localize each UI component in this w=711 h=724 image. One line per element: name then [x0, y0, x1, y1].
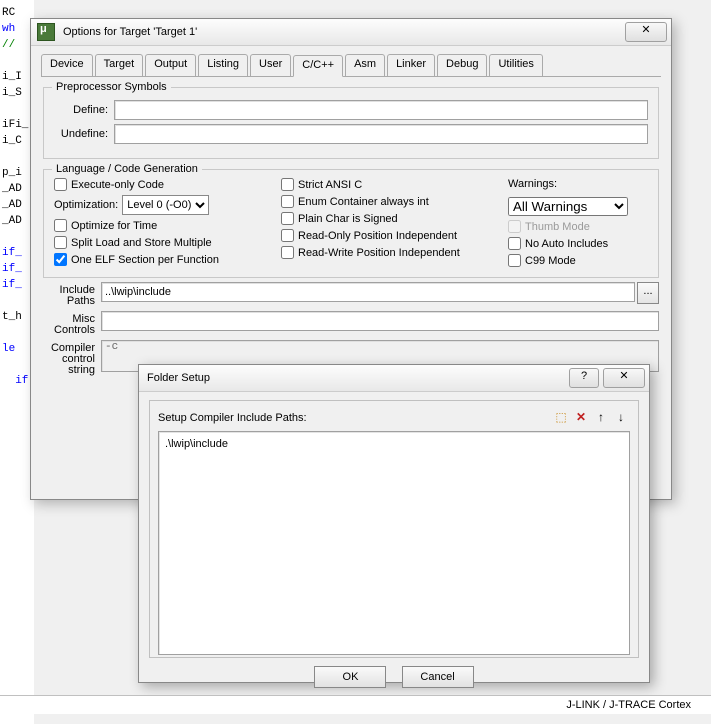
optimization-select[interactable]: Level 0 (-O0) [122, 195, 209, 215]
misc-controls-label: Misc Controls [43, 311, 101, 336]
compiler-string-label: Compiler control string [43, 340, 101, 376]
undefine-input[interactable] [114, 124, 648, 144]
include-paths-list-label: Setup Compiler Include Paths: [158, 412, 550, 424]
no-auto-includes-checkbox[interactable]: No Auto Includes [508, 237, 648, 250]
move-up-icon[interactable]: ↑ [592, 409, 610, 427]
ok-button[interactable]: OK [314, 666, 386, 688]
warnings-label: Warnings: [508, 178, 648, 190]
split-load-checkbox[interactable]: Split Load and Store Multiple [54, 236, 271, 249]
status-bar: J-LINK / J-TRACE Cortex [0, 695, 711, 714]
tab-utilities[interactable]: Utilities [489, 54, 542, 76]
execute-only-checkbox[interactable]: Execute-only Code [54, 178, 271, 191]
tab-user[interactable]: User [250, 54, 291, 76]
delete-path-icon[interactable]: ✕ [572, 409, 590, 427]
new-path-icon[interactable]: ⬚ [552, 409, 570, 427]
close-button[interactable]: ✕ [625, 22, 667, 42]
tab-target[interactable]: Target [95, 54, 144, 76]
move-down-icon[interactable]: ↓ [612, 409, 630, 427]
thumb-mode-checkbox: Thumb Mode [508, 220, 648, 233]
tab-bar: Device Target Output Listing User C/C++ … [41, 54, 661, 77]
cancel-button[interactable]: Cancel [402, 666, 474, 688]
folder-titlebar: Folder Setup ? ✕ [139, 365, 649, 392]
tab-output[interactable]: Output [145, 54, 196, 76]
define-input[interactable] [114, 100, 648, 120]
folder-setup-title: Folder Setup [139, 372, 569, 384]
help-button[interactable]: ? [569, 368, 599, 388]
include-paths-label: Include Paths [43, 282, 101, 307]
tab-cpp[interactable]: C/C++ [293, 55, 343, 77]
define-label: Define: [54, 104, 114, 116]
app-icon [37, 23, 55, 41]
tab-listing[interactable]: Listing [198, 54, 248, 76]
language-legend: Language / Code Generation [52, 163, 202, 175]
strict-ansi-checkbox[interactable]: Strict ANSI C [281, 178, 498, 191]
c99-mode-checkbox[interactable]: C99 Mode [508, 254, 648, 267]
optimize-time-checkbox[interactable]: Optimize for Time [54, 219, 271, 232]
preprocessor-group: Preprocessor Symbols Define: Undefine: [43, 87, 659, 159]
undefine-label: Undefine: [54, 128, 114, 140]
folder-close-button[interactable]: ✕ [603, 368, 645, 388]
folder-setup-dialog: Folder Setup ? ✕ Setup Compiler Include … [138, 364, 650, 683]
language-group: Language / Code Generation Execute-only … [43, 169, 659, 278]
browse-include-button[interactable]: ... [637, 282, 659, 304]
preprocessor-legend: Preprocessor Symbols [52, 81, 171, 93]
tab-device[interactable]: Device [41, 54, 93, 76]
list-item[interactable]: .\lwip\include [165, 438, 623, 450]
titlebar: Options for Target 'Target 1' ✕ [31, 19, 671, 46]
misc-controls-input[interactable] [101, 311, 659, 331]
ro-pi-checkbox[interactable]: Read-Only Position Independent [281, 229, 498, 242]
tab-debug[interactable]: Debug [437, 54, 487, 76]
optimization-label: Optimization: [54, 199, 118, 211]
tab-asm[interactable]: Asm [345, 54, 385, 76]
one-elf-checkbox[interactable]: One ELF Section per Function [54, 253, 271, 266]
rw-pi-checkbox[interactable]: Read-Write Position Independent [281, 246, 498, 259]
window-title: Options for Target 'Target 1' [61, 26, 625, 38]
code-editor-background: RC wh // i_I i_S iFi_ i_C p_i _AD _AD _A… [0, 0, 34, 724]
include-paths-input[interactable] [101, 282, 635, 302]
tab-linker[interactable]: Linker [387, 54, 435, 76]
enum-int-checkbox[interactable]: Enum Container always int [281, 195, 498, 208]
warnings-select[interactable]: All Warnings [508, 197, 628, 216]
include-paths-list[interactable]: .\lwip\include [158, 431, 630, 655]
status-text: J-LINK / J-TRACE Cortex [566, 699, 691, 711]
plain-char-checkbox[interactable]: Plain Char is Signed [281, 212, 498, 225]
